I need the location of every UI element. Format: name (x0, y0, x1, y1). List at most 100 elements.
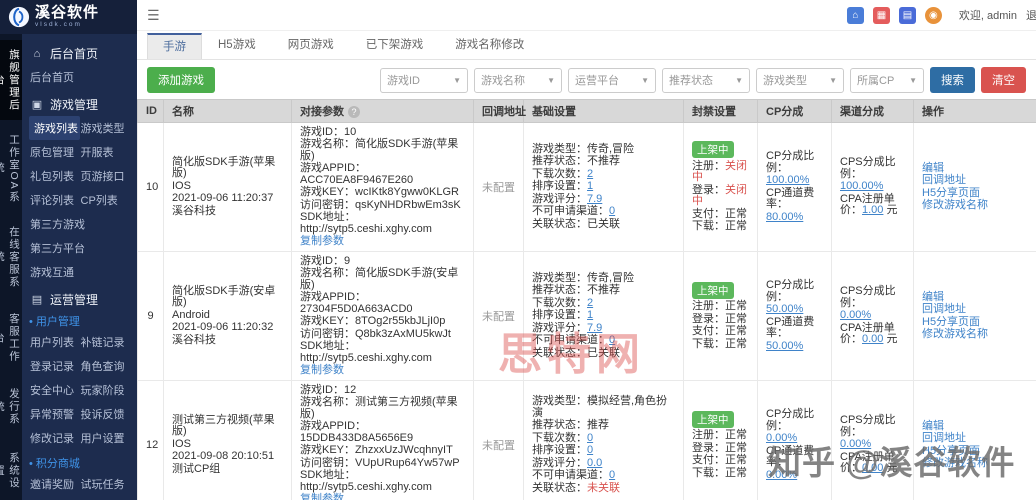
basic-line-value[interactable]: 2 (587, 168, 593, 180)
help-icon[interactable]: ? (348, 106, 360, 118)
filter-select[interactable]: 游戏ID ▼ (380, 67, 468, 93)
sidebar-item[interactable]: 第三方平台 (29, 236, 130, 260)
sidebar-item[interactable]: 第三方游戏 (29, 212, 130, 236)
cp-share-line-value[interactable]: 50.00% (766, 303, 803, 315)
sidebar-item[interactable]: 页游接口 (80, 164, 131, 188)
copy-params-link-value[interactable]: 复制参数 (300, 493, 344, 500)
sidebar-item[interactable]: 补链记录 (80, 330, 131, 354)
channel-share-line-value[interactable]: 0.00 (862, 462, 883, 475)
sidebar-item[interactable]: 游戏列表 (29, 116, 80, 140)
sidebar-item[interactable]: 游戏类型 (80, 116, 131, 140)
cp-share-line-value[interactable]: 100.00% (766, 174, 809, 186)
menu-section-title[interactable]: ⌂ 后台首页 (30, 45, 129, 62)
h5-share-link[interactable]: H5分享页面 (922, 445, 980, 457)
sidebar-item[interactable]: 试玩任务 (80, 472, 131, 496)
rail-item[interactable]: 系统设置 (0, 442, 22, 500)
sidebar-item[interactable]: 原包管理 (29, 140, 80, 164)
basic-line-value[interactable]: 0.0 (587, 457, 602, 469)
tab-游戏名称修改[interactable]: 游戏名称修改 (439, 31, 540, 59)
cp-share-line-value[interactable]: 0.00% (766, 432, 797, 444)
sidebar-item[interactable]: 积分商城 (29, 496, 80, 500)
channel-share-line-value[interactable]: 100.00% (840, 180, 883, 193)
sidebar-item[interactable]: 积分明细 (80, 496, 131, 500)
list-icon[interactable]: ▤ (898, 6, 916, 24)
logout-link[interactable]: 退出 (1026, 7, 1036, 23)
search-button[interactable]: 搜索 (930, 67, 975, 93)
sidebar-item[interactable]: 异常预警 (29, 402, 80, 426)
filter-select[interactable]: 推荐状态 ▼ (662, 67, 750, 93)
calendar-icon[interactable]: ▦ (872, 6, 890, 24)
menu-group-title[interactable]: 积分商城 (29, 455, 130, 471)
edit-link[interactable]: 编辑 (922, 291, 944, 303)
basic-line-value[interactable]: 1 (587, 180, 593, 193)
basic-line-label: 关联状态： (532, 481, 587, 494)
sidebar-item[interactable]: 后台首页 (29, 65, 130, 89)
sidebar-item[interactable]: 修改记录 (29, 426, 80, 450)
sidebar-item[interactable]: 邀请奖励 (29, 472, 80, 496)
channel-share-line-value[interactable]: 1.00 (862, 204, 883, 217)
basic-line-value[interactable]: 0 (609, 469, 615, 481)
sidebar-item[interactable]: CP列表 (80, 188, 131, 212)
channel-share-line-value[interactable]: 0.00% (840, 438, 871, 451)
sidebar-item[interactable]: 角色查询 (80, 354, 131, 378)
rail-item[interactable]: 工作室OA系统 (0, 126, 22, 212)
filter-select[interactable]: 运营平台 ▼ (568, 67, 656, 93)
rail-item[interactable]: 旗舰管理后台 (0, 40, 22, 120)
edit-link[interactable]: 编辑 (922, 420, 944, 432)
basic-line-value[interactable]: 2 (587, 297, 593, 309)
clear-button[interactable]: 清空 (981, 67, 1026, 93)
tab-手游[interactable]: 手游 (147, 33, 202, 59)
h5-share-link[interactable]: H5分享页面 (922, 316, 980, 328)
copy-params-link-value[interactable]: 复制参数 (300, 235, 344, 247)
callback-link[interactable]: 回调地址 (922, 432, 966, 444)
home-icon[interactable]: ⌂ (846, 6, 864, 24)
sidebar-item[interactable]: 游戏互通 (29, 260, 130, 284)
callback-link[interactable]: 回调地址 (922, 303, 966, 315)
sidebar-item[interactable]: 评论列表 (29, 188, 80, 212)
basic-line-value[interactable]: 0 (587, 444, 593, 456)
sidebar-item[interactable]: 安全中心 (29, 378, 80, 402)
basic-line-label: 游戏评分： (532, 321, 587, 334)
tab-已下架游戏[interactable]: 已下架游戏 (350, 31, 440, 59)
collapse-sidebar-icon[interactable]: ☰ (147, 7, 160, 24)
sidebar-item[interactable]: 礼包列表 (29, 164, 80, 188)
menu-section-title[interactable]: ▤ 运营管理 (30, 291, 129, 308)
sidebar-item[interactable]: 投诉反馈 (80, 402, 131, 426)
edit-link[interactable]: 编辑 (922, 162, 944, 174)
menu-section-title[interactable]: ▣ 游戏管理 (30, 96, 129, 113)
sidebar-item[interactable]: 用户设置 (80, 426, 131, 450)
filter-select[interactable]: 所属CP ▼ (850, 67, 924, 93)
copy-params-link-value[interactable]: 复制参数 (300, 364, 344, 376)
rail-item[interactable]: 客服工作台 (0, 303, 22, 372)
callback-link[interactable]: 回调地址 (922, 174, 966, 186)
cp-share-line-value[interactable]: 50.00% (766, 340, 803, 352)
brand-icon[interactable]: ◉ (924, 6, 942, 24)
rail-item[interactable]: 在线客服系统 (0, 218, 22, 298)
sidebar-item[interactable]: 玩家阶段 (80, 378, 131, 402)
brand-logo[interactable]: 溪谷软件 vlsdk.com (0, 0, 137, 34)
cp-share-line-value[interactable]: 0.00% (766, 469, 797, 481)
basic-line-value[interactable]: 0 (609, 334, 615, 347)
rename-link[interactable]: 修改游戏名称 (922, 457, 988, 469)
basic-line-value[interactable]: 1 (587, 309, 593, 322)
basic-line-value[interactable]: 7.9 (587, 322, 602, 334)
filter-select[interactable]: 游戏类型 ▼ (756, 67, 844, 93)
menu-group-title[interactable]: 用户管理 (29, 313, 130, 329)
cp-share-line-value[interactable]: 80.00% (766, 211, 803, 223)
basic-line-value[interactable]: 0 (609, 205, 615, 218)
rail-item[interactable]: 发行系统 (0, 378, 22, 436)
sidebar-item[interactable]: 用户列表 (29, 330, 80, 354)
basic-line-value[interactable]: 7.9 (587, 193, 602, 205)
h5-share-link[interactable]: H5分享页面 (922, 187, 980, 199)
tab-H5游戏[interactable]: H5游戏 (202, 31, 272, 59)
sidebar-item[interactable]: 登录记录 (29, 354, 80, 378)
basic-line-value[interactable]: 0 (587, 432, 593, 444)
rename-link[interactable]: 修改游戏名称 (922, 328, 988, 340)
add-game-button[interactable]: 添加游戏 (147, 67, 215, 93)
filter-select[interactable]: 游戏名称 ▼ (474, 67, 562, 93)
tab-网页游戏[interactable]: 网页游戏 (272, 31, 350, 59)
sidebar-item[interactable]: 开服表 (80, 140, 131, 164)
channel-share-line-value[interactable]: 0.00 (862, 333, 883, 346)
channel-share-line-value[interactable]: 0.00% (840, 309, 871, 322)
rename-link[interactable]: 修改游戏名称 (922, 199, 988, 211)
